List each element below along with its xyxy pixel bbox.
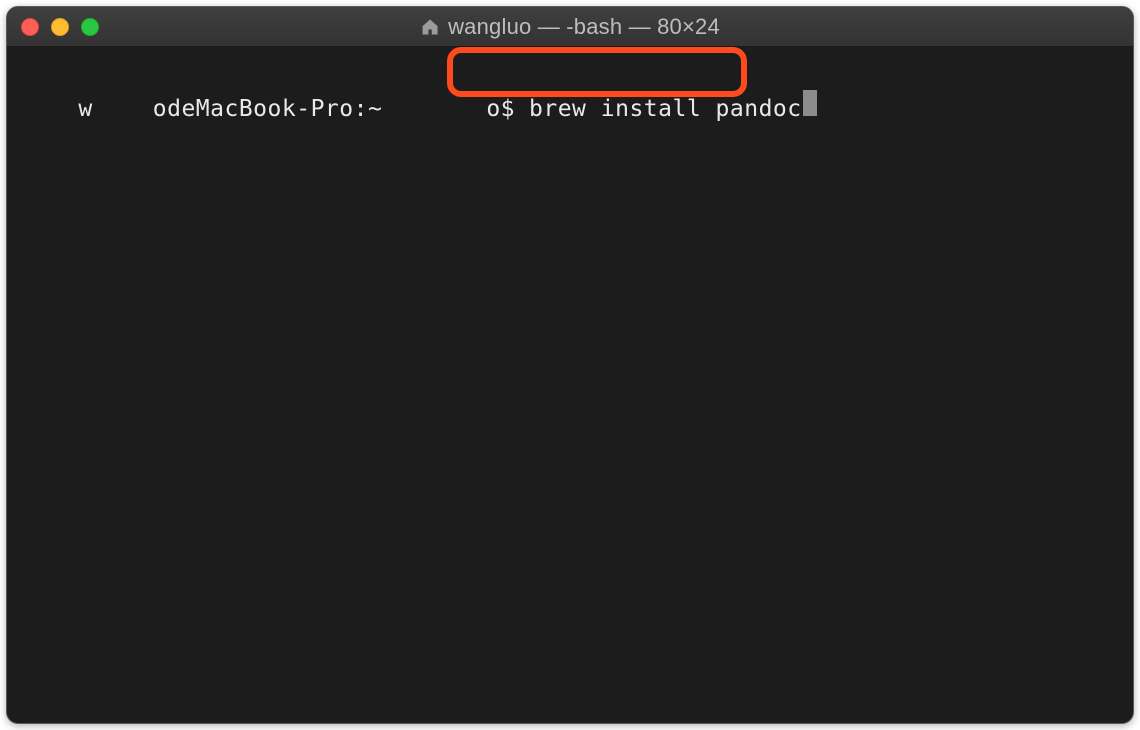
- home-icon: [420, 17, 440, 37]
- cursor: [803, 90, 817, 116]
- command-text: brew install pandoc: [529, 94, 802, 125]
- prompt-line: w odeMacBook-Pro:~ o$ brew install pando…: [78, 90, 816, 125]
- maximize-button[interactable]: [81, 18, 99, 36]
- window-controls: [7, 18, 99, 36]
- window-title: wangluo — -bash — 80×24: [448, 14, 720, 40]
- redacted-block: [99, 94, 147, 116]
- redacted-block: [388, 94, 444, 116]
- minimize-button[interactable]: [51, 18, 69, 36]
- close-button[interactable]: [21, 18, 39, 36]
- prompt-segment-a: w: [78, 94, 92, 125]
- redacted-block: [456, 94, 480, 116]
- terminal-body[interactable]: w odeMacBook-Pro:~ o$ brew install pando…: [7, 47, 1133, 230]
- terminal-window: wangluo — -bash — 80×24 w odeMacBook-Pro…: [6, 6, 1134, 724]
- window-title-wrap: wangluo — -bash — 80×24: [420, 14, 720, 40]
- prompt-segment-c: o$: [486, 94, 515, 125]
- prompt-segment-b: odeMacBook-Pro:~: [153, 94, 383, 125]
- titlebar: wangluo — -bash — 80×24: [7, 7, 1133, 47]
